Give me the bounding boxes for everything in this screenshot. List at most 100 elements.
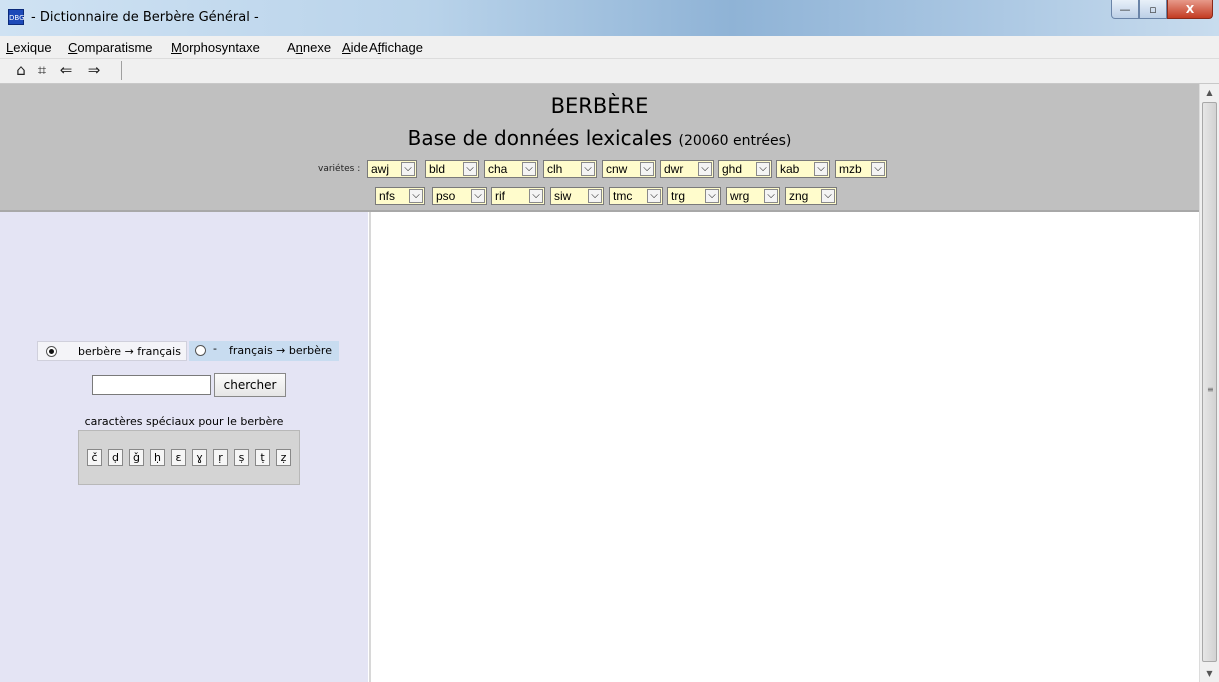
- chevron-down-icon: ⌵: [705, 189, 719, 203]
- minimize-button[interactable]: —: [1111, 0, 1139, 19]
- variety-value: clh: [547, 162, 563, 176]
- special-chars-label: caractères spéciaux pour le berbère: [84, 415, 284, 428]
- char-button[interactable]: ẓ: [276, 449, 291, 466]
- back-arrow-icon[interactable]: ⇐: [56, 61, 76, 79]
- forward-arrow-icon[interactable]: ⇒: [84, 61, 104, 79]
- vertical-scrollbar[interactable]: ▲ ≡ ▼: [1199, 84, 1219, 682]
- window-controls: — ▫ X: [1111, 0, 1213, 20]
- chevron-down-icon: ⌵: [463, 162, 477, 176]
- menu-aide[interactable]: Aide: [342, 40, 368, 55]
- menu-lexique[interactable]: Lexique: [6, 40, 52, 55]
- variety-select-pso[interactable]: pso ⌵: [432, 187, 487, 205]
- char-button[interactable]: ḍ: [108, 449, 123, 466]
- page-title: BERBÈRE: [550, 94, 649, 118]
- variety-value: pso: [436, 189, 456, 203]
- scrollbar-thumb[interactable]: ≡: [1202, 102, 1217, 662]
- search-input[interactable]: [92, 375, 211, 395]
- chevron-down-icon: ⌵: [401, 162, 415, 176]
- scroll-down-icon[interactable]: ▼: [1200, 665, 1219, 682]
- variety-value: kab: [780, 162, 800, 176]
- close-button[interactable]: X: [1167, 0, 1213, 19]
- variety-select-rif[interactable]: rif ⌵: [491, 187, 545, 205]
- menu-comparatisme[interactable]: Comparatisme: [68, 40, 153, 55]
- variety-select-mzb[interactable]: mzb ⌵: [835, 160, 887, 178]
- variety-value: tmc: [613, 189, 633, 203]
- search-button[interactable]: chercher: [214, 373, 286, 397]
- char-button[interactable]: ɛ: [171, 449, 186, 466]
- title-bar: DBG - Dictionnaire de Berbère Général - …: [0, 0, 1219, 36]
- chevron-down-icon: ⌵: [640, 162, 654, 176]
- results-pane: [369, 212, 1198, 682]
- chevron-down-icon: ⌵: [471, 189, 485, 203]
- variety-select-dwr[interactable]: dwr ⌵: [660, 160, 714, 178]
- window-title: - Dictionnaire de Berbère Général -: [31, 10, 259, 25]
- chevron-down-icon: ⌵: [588, 189, 602, 203]
- chevron-down-icon: ⌵: [871, 162, 885, 176]
- variety-value: wrg: [730, 189, 750, 203]
- home-icon[interactable]: ⌂: [11, 61, 31, 79]
- char-button[interactable]: ḥ: [150, 449, 165, 466]
- menu-affichage[interactable]: Affichage: [369, 40, 423, 55]
- option-label: berbère → français: [78, 345, 181, 358]
- toolbar: ⌂ ⌗ ⇐ ⇒: [0, 59, 1219, 84]
- radio-francais-berbere[interactable]: [195, 345, 206, 356]
- variety-select-ghd[interactable]: ghd ⌵: [718, 160, 772, 178]
- option-label: français → berbère: [229, 344, 332, 357]
- maximize-button[interactable]: ▫: [1139, 0, 1167, 19]
- toolbar-separator: [121, 61, 122, 80]
- app-icon: DBG: [8, 9, 25, 25]
- variety-value: awj: [371, 162, 390, 176]
- variety-select-kab[interactable]: kab ⌵: [776, 160, 830, 178]
- option-prefix: -: [213, 342, 217, 355]
- variety-select-nfs[interactable]: nfs ⌵: [375, 187, 425, 205]
- direction-selector: berbère → français - français → berbère: [37, 341, 339, 361]
- variety-value: mzb: [839, 162, 862, 176]
- header-banner: BERBÈRE Base de données lexicales (20060…: [0, 84, 1199, 212]
- grid-icon[interactable]: ⌗: [32, 61, 52, 79]
- char-button[interactable]: ǧ: [129, 449, 144, 466]
- char-button[interactable]: č: [87, 449, 102, 466]
- variety-select-awj[interactable]: awj ⌵: [367, 160, 417, 178]
- variety-select-cha[interactable]: cha ⌵: [484, 160, 538, 178]
- variety-select-wrg[interactable]: wrg ⌵: [726, 187, 780, 205]
- scroll-up-icon[interactable]: ▲: [1200, 84, 1219, 101]
- chevron-down-icon: ⌵: [522, 162, 536, 176]
- special-chars-panel: č ḍ ǧ ḥ ɛ ɣ ṛ ṣ ṭ ẓ: [78, 430, 300, 485]
- menu-morphosyntaxe[interactable]: Morphosyntaxe: [171, 40, 260, 55]
- variety-select-clh[interactable]: clh ⌵: [543, 160, 597, 178]
- chevron-down-icon: ⌵: [756, 162, 770, 176]
- radio-berbere-francais[interactable]: [46, 346, 57, 357]
- char-button[interactable]: ṣ: [234, 449, 249, 466]
- variety-value: ghd: [722, 162, 743, 176]
- page-subtitle: Base de données lexicales (20060 entrées…: [0, 126, 1199, 150]
- option-francais-berbere[interactable]: - français → berbère: [189, 341, 339, 361]
- variety-value: dwr: [664, 162, 684, 176]
- variety-select-zng[interactable]: zng ⌵: [785, 187, 837, 205]
- variety-value: rif: [495, 189, 505, 203]
- chevron-down-icon: ⌵: [409, 189, 423, 203]
- chevron-down-icon: ⌵: [764, 189, 778, 203]
- menu-bar: Lexique Comparatisme Morphosyntaxe Annex…: [0, 36, 1219, 59]
- variety-select-tmc[interactable]: tmc ⌵: [609, 187, 663, 205]
- char-button[interactable]: ɣ: [192, 449, 207, 466]
- variety-select-bld[interactable]: bld ⌵: [425, 160, 479, 178]
- chevron-down-icon: ⌵: [581, 162, 595, 176]
- variety-select-cnw[interactable]: cnw ⌵: [602, 160, 656, 178]
- variety-value: cha: [488, 162, 508, 176]
- option-berbere-francais[interactable]: berbère → français: [37, 341, 187, 361]
- chevron-down-icon: ⌵: [529, 189, 543, 203]
- variety-value: trg: [671, 189, 686, 203]
- variety-value: zng: [789, 189, 809, 203]
- char-button[interactable]: ṛ: [213, 449, 228, 466]
- subtitle-text: Base de données lexicales: [407, 126, 673, 150]
- menu-annexe[interactable]: Annexe: [287, 40, 331, 55]
- variety-select-siw[interactable]: siw ⌵: [550, 187, 604, 205]
- variety-select-trg[interactable]: trg ⌵: [667, 187, 721, 205]
- variety-value: siw: [554, 189, 572, 203]
- chevron-down-icon: ⌵: [698, 162, 712, 176]
- varietes-label: variétes :: [318, 164, 361, 174]
- chevron-down-icon: ⌵: [821, 189, 835, 203]
- char-button[interactable]: ṭ: [255, 449, 270, 466]
- grip-icon: ≡: [1207, 385, 1214, 394]
- chevron-down-icon: ⌵: [647, 189, 661, 203]
